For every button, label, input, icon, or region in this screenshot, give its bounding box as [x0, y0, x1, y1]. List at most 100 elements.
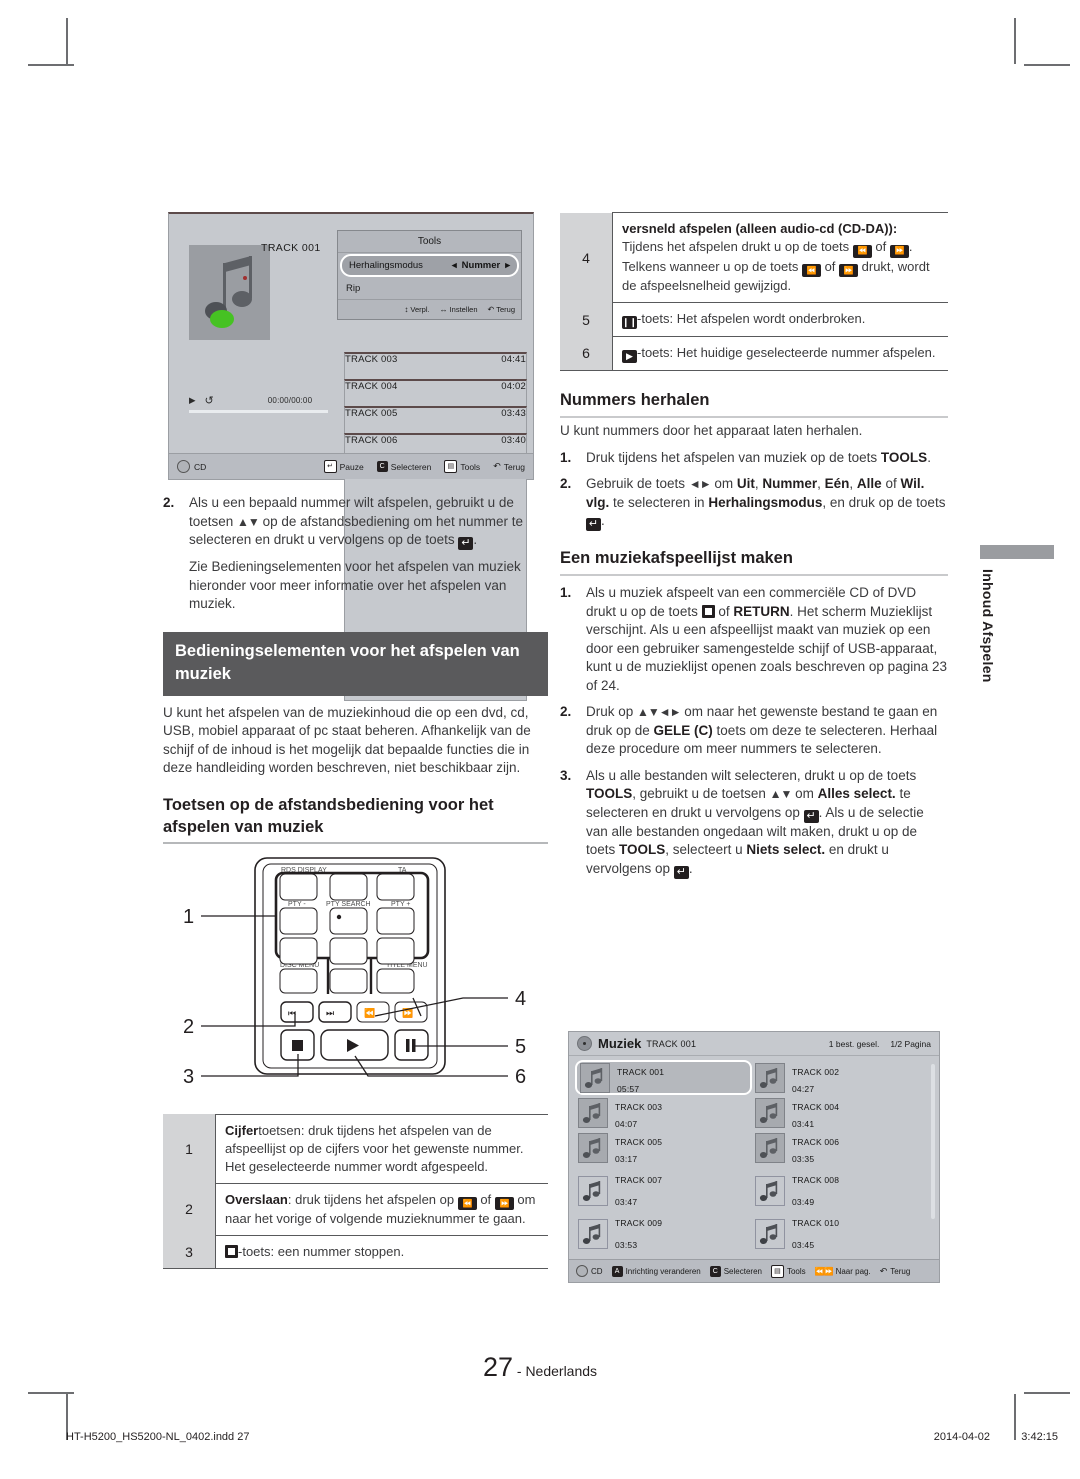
music-list-header: Muziek TRACK 001 1 best. gesel. 1/2 Pagi…	[569, 1032, 939, 1056]
fastforward-key-icon: ⏩	[889, 244, 909, 258]
track-time: 03:49	[792, 1197, 815, 1207]
crop-mark-top-right	[1014, 18, 1016, 64]
side-thumb-tab: Inhoud Afspelen	[980, 545, 1054, 683]
print-time: 3:42:15	[1021, 1431, 1058, 1443]
list-item[interactable]: TRACK 005 03:17	[575, 1130, 752, 1165]
scrollbar[interactable]	[931, 1064, 935, 1219]
enter-key-icon: ↵	[323, 460, 337, 473]
music-note-icon	[755, 1175, 785, 1206]
callout-5: 5	[515, 1035, 527, 1058]
manual-page: TRACK 001 ▶ ↺ 00:00/00:00 TRACK 003 04:4…	[0, 0, 1080, 1479]
repeat-mode-value: Nummer	[461, 260, 501, 271]
music-note-icon	[578, 1097, 608, 1128]
enter-key-icon: ↵	[586, 518, 601, 531]
list-item[interactable]: TRACK 004 03:41	[752, 1095, 929, 1130]
crop-mark-bottom-right	[1014, 1394, 1016, 1440]
tools-popup-title: Tools	[338, 231, 521, 253]
subsection-heading-remote-keys: Toetsen op de afstandsbediening voor het…	[163, 795, 494, 836]
row-text: Cijfertoetsen: druk tijdens het afspelen…	[215, 1113, 548, 1183]
side-tab-label: Inhoud Afspelen	[980, 569, 996, 683]
list-item[interactable]: TRACK 008 03:49	[752, 1173, 929, 1208]
right-column: 4 versneld afspelen (alleen audio-cd (CD…	[560, 212, 948, 879]
step-body: Als u muziek afspeelt van een commerciël…	[586, 585, 947, 693]
c-key-icon: C	[376, 461, 388, 472]
hint-terug[interactable]: ↶ Terug	[493, 461, 525, 472]
list-item-meta: TRACK 003 04:07	[615, 1097, 662, 1129]
section-heading-create-playlist: Een muziekafspeellijst maken	[560, 549, 793, 567]
hint-selecteren[interactable]: C Selecteren	[376, 461, 431, 472]
list-item[interactable]: TRACK 002 04:27	[752, 1060, 929, 1095]
hint-naar-pagina[interactable]: ⏪⏩ Naar pag.	[815, 1267, 871, 1276]
crop-mark-right-bottom	[1024, 1392, 1070, 1394]
hint-tools[interactable]: ▤ Tools	[444, 460, 480, 473]
row-text: Overslaan: druk tijdens het afspelen op …	[215, 1182, 548, 1236]
section-rule	[560, 574, 948, 576]
callout-3: 3	[183, 1065, 195, 1088]
tools-popup[interactable]: Tools Herhalingsmodus ◂ Nummer ▸ Rip ↕ V…	[337, 230, 522, 320]
repeat-step-1: 1. Druk tijdens het afspelen van muziek …	[560, 449, 948, 468]
music-note-icon	[755, 1062, 785, 1093]
hint-tools[interactable]: ▤ Tools	[770, 1264, 806, 1278]
row-index: 4	[560, 212, 613, 303]
track-time: 03:41	[792, 1118, 815, 1129]
print-date: 2014-04-02	[933, 1431, 990, 1443]
table-row: 3 -toets: een nummer stoppen.	[163, 1235, 548, 1269]
row-text: ❙❙-toets: Het afspelen wordt onderbroken…	[612, 302, 948, 337]
track-name: TRACK 002	[792, 1066, 840, 1077]
track-time: 04:27	[792, 1083, 815, 1094]
now-playing-title: TRACK 001	[261, 242, 321, 254]
hint-pauze[interactable]: ↵ Pauze	[323, 460, 364, 473]
tools-key-icon: ▤	[444, 460, 458, 473]
list-item[interactable]: TRACK 009 03:53	[575, 1216, 752, 1251]
row-index: 6	[560, 336, 613, 371]
music-note-icon	[755, 1132, 785, 1163]
rewind-key-icon: ⏪	[852, 244, 872, 258]
hint-return: ↶ Terug	[487, 305, 515, 314]
hint-inrichting-veranderen[interactable]: A Inrichting veranderen	[611, 1265, 701, 1277]
list-item[interactable]: TRACK 003 04:07	[575, 1095, 752, 1130]
step-number: 1.	[560, 585, 572, 600]
step-number: 1.	[560, 449, 572, 465]
hint-selecteren[interactable]: C Selecteren	[709, 1265, 762, 1277]
track-time: 03:35	[792, 1153, 815, 1164]
list-item-meta: TRACK 001 05:57	[617, 1062, 664, 1094]
hint-terug[interactable]: ↶ Terug	[880, 1266, 911, 1277]
step-number: 2.	[560, 476, 572, 491]
track-name: TRACK 010	[792, 1217, 840, 1228]
tools-popup-repeat-mode-row[interactable]: Herhalingsmodus ◂ Nummer ▸	[340, 254, 519, 277]
step-2-play-track: 2. Als u een bepaald nummer wilt afspele…	[163, 494, 548, 550]
timecode: 00:00/00:00	[267, 396, 313, 405]
playlist-step-1: 1. Als u muziek afspeelt van een commerc…	[560, 584, 948, 695]
tools-key-icon: ▤	[770, 1264, 784, 1278]
stop-key-icon	[701, 604, 715, 618]
chevron-left-icon[interactable]: ◂	[452, 260, 457, 271]
step-body: Druk op ▲▼◄► om naar het gewenste bestan…	[586, 704, 938, 756]
music-note-icon	[755, 1218, 785, 1249]
chevron-right-icon[interactable]: ▸	[505, 260, 510, 271]
list-item[interactable]: TRACK 001 05:57	[575, 1060, 752, 1095]
repeat-step-2: 2. Gebruik de toets ◄► om Uit, Nummer, E…	[560, 475, 948, 531]
list-item[interactable]: TRACK 010 03:45	[752, 1216, 929, 1251]
section-heading-music-controls: Bedieningselementen voor het afspelen va…	[163, 631, 548, 696]
list-item[interactable]: TRACK 006 03:35	[752, 1130, 929, 1165]
updown-arrow-icon: ↕	[404, 305, 409, 314]
leftright-arrows-glyph: ◄►	[688, 477, 712, 491]
list-item[interactable]: TRACK 007 03:47	[575, 1173, 752, 1208]
rewind-key-icon: ⏪	[801, 264, 821, 277]
transport-status: ▶ ↺ 00:00/00:00	[189, 394, 312, 407]
return-icon: ↶	[879, 1265, 888, 1276]
tools-popup-rip-row[interactable]: Rip	[338, 278, 521, 299]
screenshot-music-list: Muziek TRACK 001 1 best. gesel. 1/2 Pagi…	[568, 1031, 940, 1283]
enter-key-icon: ↵	[803, 809, 819, 823]
direction-arrows-glyph: ▲▼◄►	[637, 705, 682, 719]
crop-mark-left-bottom	[28, 1392, 74, 1394]
row-index: 3	[163, 1235, 216, 1269]
page-arrows-icon: ⏪⏩	[814, 1266, 834, 1276]
table-row: 4 versneld afspelen (alleen audio-cd (CD…	[560, 212, 948, 303]
section-rule	[560, 416, 948, 418]
track-name: TRACK 005	[615, 1136, 663, 1147]
track-name: TRACK 004	[792, 1101, 840, 1112]
progress-bar[interactable]	[189, 410, 328, 413]
updown-arrows-glyph: ▲▼	[237, 514, 260, 529]
player-action-hints: ↵ Pauze C Selecteren ▤ Tools ↶ Terug	[323, 460, 525, 473]
